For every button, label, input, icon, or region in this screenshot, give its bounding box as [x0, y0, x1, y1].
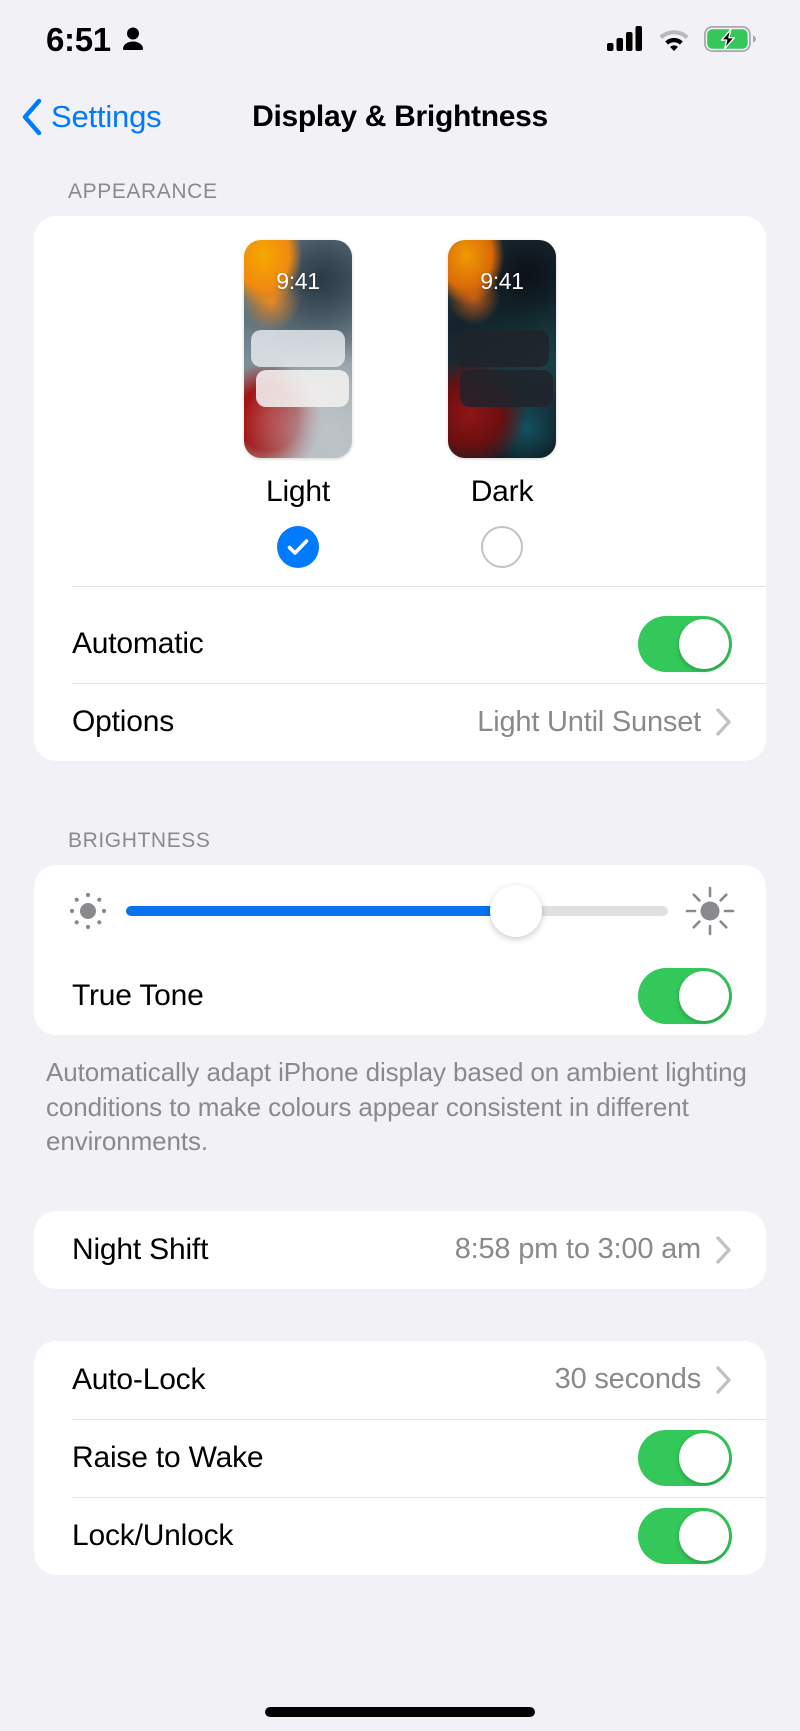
raise-to-wake-label: Raise to Wake: [72, 1440, 264, 1474]
toggle-knob: [679, 971, 729, 1021]
person-icon: [122, 27, 143, 50]
row-night-shift[interactable]: Night Shift 8:58 pm to 3:00 am: [34, 1211, 766, 1289]
toggle-knob: [679, 1510, 729, 1561]
lock-unlock-label: Lock/Unlock: [72, 1518, 234, 1552]
chevron-right-icon: [716, 1236, 731, 1264]
chevron-right-icon: [716, 1366, 731, 1394]
appearance-card: 9:41 Light 9:41 Dark Automatic Options L…: [34, 216, 766, 761]
options-value: Light Until Sunset: [477, 705, 701, 738]
preview-notification-card: [455, 330, 549, 367]
preview-notification-card: [460, 370, 553, 407]
home-indicator[interactable]: [265, 1707, 535, 1717]
nav-bar: Display & Brightness Settings: [0, 86, 800, 148]
dark-option-label: Dark: [470, 475, 534, 508]
raise-to-wake-toggle[interactable]: [638, 1429, 732, 1486]
preview-notification-card: [256, 370, 349, 407]
auto-lock-value: 30 seconds: [554, 1363, 702, 1396]
true-tone-label: True Tone: [72, 979, 204, 1012]
night-shift-card: Night Shift 8:58 pm to 3:00 am: [34, 1210, 766, 1289]
auto-lock-label: Auto-Lock: [72, 1362, 206, 1396]
toggle-knob: [679, 619, 729, 669]
row-options[interactable]: Options Light Until Sunset: [34, 683, 766, 761]
divider: [72, 586, 766, 587]
appearance-picker: 9:41 Light 9:41 Dark: [34, 216, 766, 605]
brightness-slider-fill: [126, 906, 517, 916]
brightness-section-header: BRIGHTNESS: [68, 829, 211, 852]
night-shift-label: Night Shift: [72, 1232, 209, 1266]
chevron-left-icon: [22, 98, 42, 136]
checkmark-icon: [287, 539, 309, 555]
light-preview-clock: 9:41: [276, 268, 320, 294]
dark-preview-clock: 9:41: [480, 268, 524, 294]
chevron-right-icon: [716, 708, 731, 736]
appearance-option-dark[interactable]: 9:41 Dark: [448, 240, 556, 568]
light-option-label: Light: [265, 475, 331, 508]
battery-charging-icon: [704, 26, 756, 52]
brightness-slider-thumb[interactable]: [490, 885, 543, 937]
cellular-signal-icon: [607, 26, 642, 51]
dark-wallpaper-preview: 9:41: [448, 240, 556, 458]
brightness-slider-row: [34, 865, 766, 957]
light-radio-selected[interactable]: [277, 526, 319, 568]
dark-radio-unselected[interactable]: [481, 526, 523, 568]
status-bar-right: [607, 26, 756, 52]
status-bar: 6:51: [0, 0, 800, 78]
appearance-section-header: APPEARANCE: [68, 180, 218, 203]
light-wallpaper-preview: 9:41: [244, 240, 352, 458]
back-button[interactable]: Settings: [20, 86, 162, 148]
back-button-label: Settings: [51, 99, 162, 134]
brightness-high-icon: [685, 886, 735, 936]
status-time: 6:51: [46, 20, 111, 58]
appearance-option-light[interactable]: 9:41 Light: [244, 240, 352, 568]
lock-unlock-toggle[interactable]: [638, 1507, 732, 1564]
brightness-slider[interactable]: [126, 885, 668, 937]
row-lock-unlock[interactable]: Lock/Unlock: [34, 1496, 766, 1575]
night-shift-value: 8:58 pm to 3:00 am: [454, 1233, 701, 1266]
settings-content: APPEARANCE 9:41 Light 9:41 Dark Automati…: [0, 180, 800, 1575]
row-true-tone[interactable]: True Tone: [34, 957, 766, 1035]
true-tone-footnote: Automatically adapt iPhone display based…: [46, 1057, 747, 1157]
lock-settings-card: Auto-Lock 30 seconds Raise to Wake Lock/…: [34, 1340, 766, 1575]
row-raise-to-wake[interactable]: Raise to Wake: [34, 1418, 766, 1497]
automatic-label: Automatic: [72, 627, 204, 660]
options-label: Options: [72, 705, 174, 738]
appearance-options-row: 9:41 Light 9:41 Dark: [34, 240, 766, 568]
automatic-toggle[interactable]: [638, 616, 732, 672]
row-automatic[interactable]: Automatic: [34, 605, 766, 683]
brightness-low-icon: [69, 892, 107, 930]
toggle-knob: [679, 1432, 729, 1483]
status-bar-left: 6:51: [46, 23, 146, 56]
row-auto-lock[interactable]: Auto-Lock 30 seconds: [34, 1341, 766, 1419]
wifi-icon: [659, 30, 689, 51]
brightness-card: True Tone: [34, 865, 766, 1035]
true-tone-toggle[interactable]: [638, 968, 732, 1024]
iphone-settings-screen: 6:51 Display & Brightness Settings APPEA…: [0, 0, 800, 1731]
preview-notification-card: [251, 330, 345, 367]
